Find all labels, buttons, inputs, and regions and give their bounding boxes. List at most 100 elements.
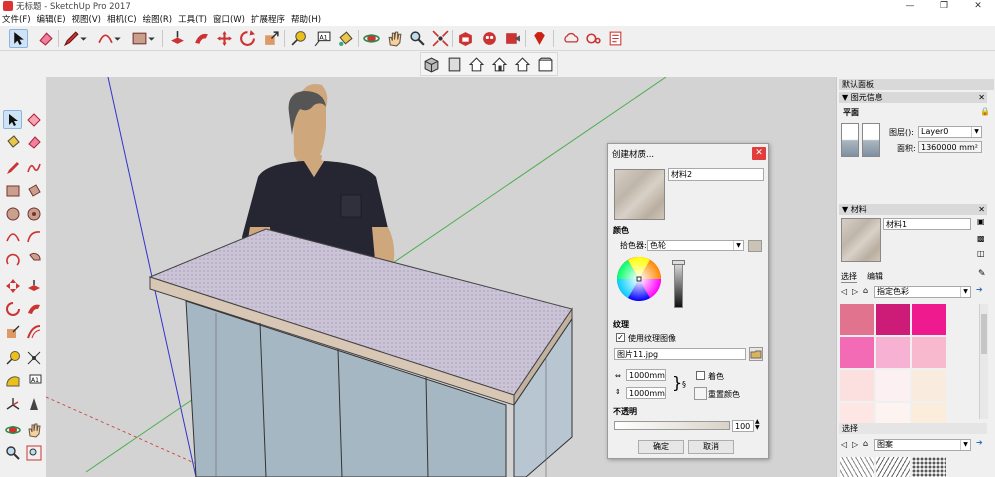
pan-hand-icon[interactable]: [385, 29, 404, 48]
tape-measure-small-icon[interactable]: [3, 348, 22, 367]
menu-window[interactable]: 窗口(W): [213, 13, 245, 25]
circle-icon[interactable]: [3, 204, 22, 223]
iso-view-icon[interactable]: [422, 55, 441, 74]
home-icon-2[interactable]: ⌂: [863, 439, 868, 448]
current-material-name[interactable]: 材料1: [883, 218, 971, 230]
protractor-icon[interactable]: [3, 371, 22, 390]
color-swatch[interactable]: [876, 337, 910, 368]
pushpull-icon[interactable]: [24, 276, 43, 295]
color-swatch[interactable]: [840, 337, 874, 368]
materials-close-icon[interactable]: ✕: [978, 204, 985, 215]
secondary-collection-select[interactable]: 图案 ▼: [874, 439, 971, 451]
material-name-input[interactable]: 材料2: [668, 168, 764, 181]
color-swatch[interactable]: [876, 304, 910, 335]
pattern-swatch[interactable]: [912, 457, 946, 477]
axes-icon[interactable]: [3, 394, 22, 413]
tab-edit[interactable]: 编辑: [867, 271, 883, 282]
zoom-tool-icon[interactable]: [408, 29, 427, 48]
zoom-window-icon[interactable]: [24, 443, 43, 462]
extension-warehouse-icon[interactable]: [480, 29, 499, 48]
colorize-checkbox[interactable]: [696, 371, 705, 380]
reset-color-button[interactable]: [694, 387, 707, 400]
create-material-icon[interactable]: ▩: [977, 234, 985, 243]
pushpull-tool-icon[interactable]: [168, 29, 187, 48]
color-swatch[interactable]: [912, 370, 946, 401]
show-secondary-icon[interactable]: ▣: [977, 217, 985, 226]
use-texture-checkbox[interactable]: ✓: [616, 333, 625, 342]
share-model-icon[interactable]: [503, 29, 522, 48]
line-icon[interactable]: [3, 158, 22, 177]
aspect-lock-icon[interactable]: }: [672, 375, 682, 391]
back-nav-icon-2[interactable]: ◁: [841, 440, 847, 449]
text-tool-icon[interactable]: A1: [313, 29, 332, 48]
pie-icon[interactable]: [24, 250, 43, 269]
back-view-icon[interactable]: [513, 55, 532, 74]
scale-icon[interactable]: [3, 322, 22, 341]
tape-measure-icon[interactable]: [289, 29, 308, 48]
eraser-tool-icon[interactable]: [36, 29, 55, 48]
materials-header[interactable]: ▼ 材料 ✕: [839, 204, 987, 215]
menu-camera[interactable]: 相机(C): [107, 13, 137, 25]
menu-help[interactable]: 帮助(H): [291, 13, 321, 25]
3d-text-icon[interactable]: [24, 394, 43, 413]
two-point-arc-icon[interactable]: [24, 227, 43, 246]
rectangle-icon[interactable]: [3, 181, 22, 200]
select-arrow-icon[interactable]: [3, 110, 22, 129]
scrollbar-thumb[interactable]: [981, 314, 987, 354]
rotated-rectangle-icon[interactable]: [24, 181, 43, 200]
freehand-icon[interactable]: [24, 158, 43, 177]
opacity-spinner-icon[interactable]: ▲ ▼: [755, 419, 760, 431]
minimize-button[interactable]: —: [893, 0, 927, 12]
eyedropper-icon[interactable]: ✎: [978, 269, 986, 279]
ruby-console-icon[interactable]: [530, 29, 549, 48]
menu-edit[interactable]: 编辑(E): [37, 13, 66, 25]
home-icon[interactable]: ⌂: [863, 286, 868, 295]
menu-tools[interactable]: 工具(T): [178, 13, 207, 25]
texture-width-input[interactable]: 1000mm: [626, 369, 666, 381]
menu-draw[interactable]: 绘图(R): [143, 13, 173, 25]
front-view-icon[interactable]: [467, 55, 486, 74]
zoom-extents-icon[interactable]: [431, 29, 450, 48]
entity-info-close-icon[interactable]: ✕: [978, 92, 985, 103]
forward-nav-icon-2[interactable]: ▷: [852, 440, 858, 449]
back-nav-icon[interactable]: ◁: [841, 287, 847, 296]
zoom-icon[interactable]: [3, 443, 22, 462]
paint-bucket-icon[interactable]: [336, 29, 355, 48]
cloud-sync-icon[interactable]: [584, 29, 603, 48]
cancel-button[interactable]: 取消: [688, 440, 734, 454]
rotate-tool-icon[interactable]: [238, 29, 257, 48]
arc-dropdown-icon[interactable]: [113, 29, 122, 48]
swatch-scrollbar[interactable]: [979, 304, 988, 419]
followme-tool-icon[interactable]: [192, 29, 211, 48]
collection-select[interactable]: 指定色彩 ▼: [874, 286, 971, 298]
color-swatch[interactable]: [912, 304, 946, 335]
shape-dropdown-icon[interactable]: [147, 29, 156, 48]
orbit-tool-icon[interactable]: [362, 29, 381, 48]
color-swatch[interactable]: [840, 370, 874, 401]
close-window-button[interactable]: ✕: [961, 0, 995, 12]
color-swatch[interactable]: [876, 370, 910, 401]
brightness-handle[interactable]: [672, 260, 685, 265]
pattern-swatch[interactable]: [876, 457, 910, 477]
right-view-icon[interactable]: [490, 55, 509, 74]
front-material-swatch[interactable]: [841, 123, 859, 157]
details-arrow-icon[interactable]: ➔: [976, 285, 983, 294]
text-icon[interactable]: A1: [24, 371, 43, 390]
layout-send-icon[interactable]: [606, 29, 625, 48]
dialog-close-button[interactable]: ✕: [752, 147, 766, 160]
tab-select[interactable]: 选择: [841, 271, 857, 283]
polygon-icon[interactable]: [24, 204, 43, 223]
paint-icon[interactable]: [3, 132, 22, 151]
ok-button[interactable]: 确定: [638, 440, 684, 454]
eraser-icon[interactable]: [24, 132, 43, 151]
three-point-arc-icon[interactable]: [3, 250, 22, 269]
cloud-icon[interactable]: [560, 29, 582, 48]
left-view-icon[interactable]: [536, 55, 555, 74]
arc-icon[interactable]: [3, 227, 22, 246]
forward-nav-icon[interactable]: ▷: [852, 287, 858, 296]
orbit-icon[interactable]: [3, 420, 22, 439]
entity-info-header[interactable]: ▼ 图元信息 ✕: [839, 92, 987, 103]
rotate-icon[interactable]: [3, 299, 22, 318]
opacity-slider[interactable]: [614, 421, 730, 430]
scale-tool-icon[interactable]: [262, 29, 281, 48]
